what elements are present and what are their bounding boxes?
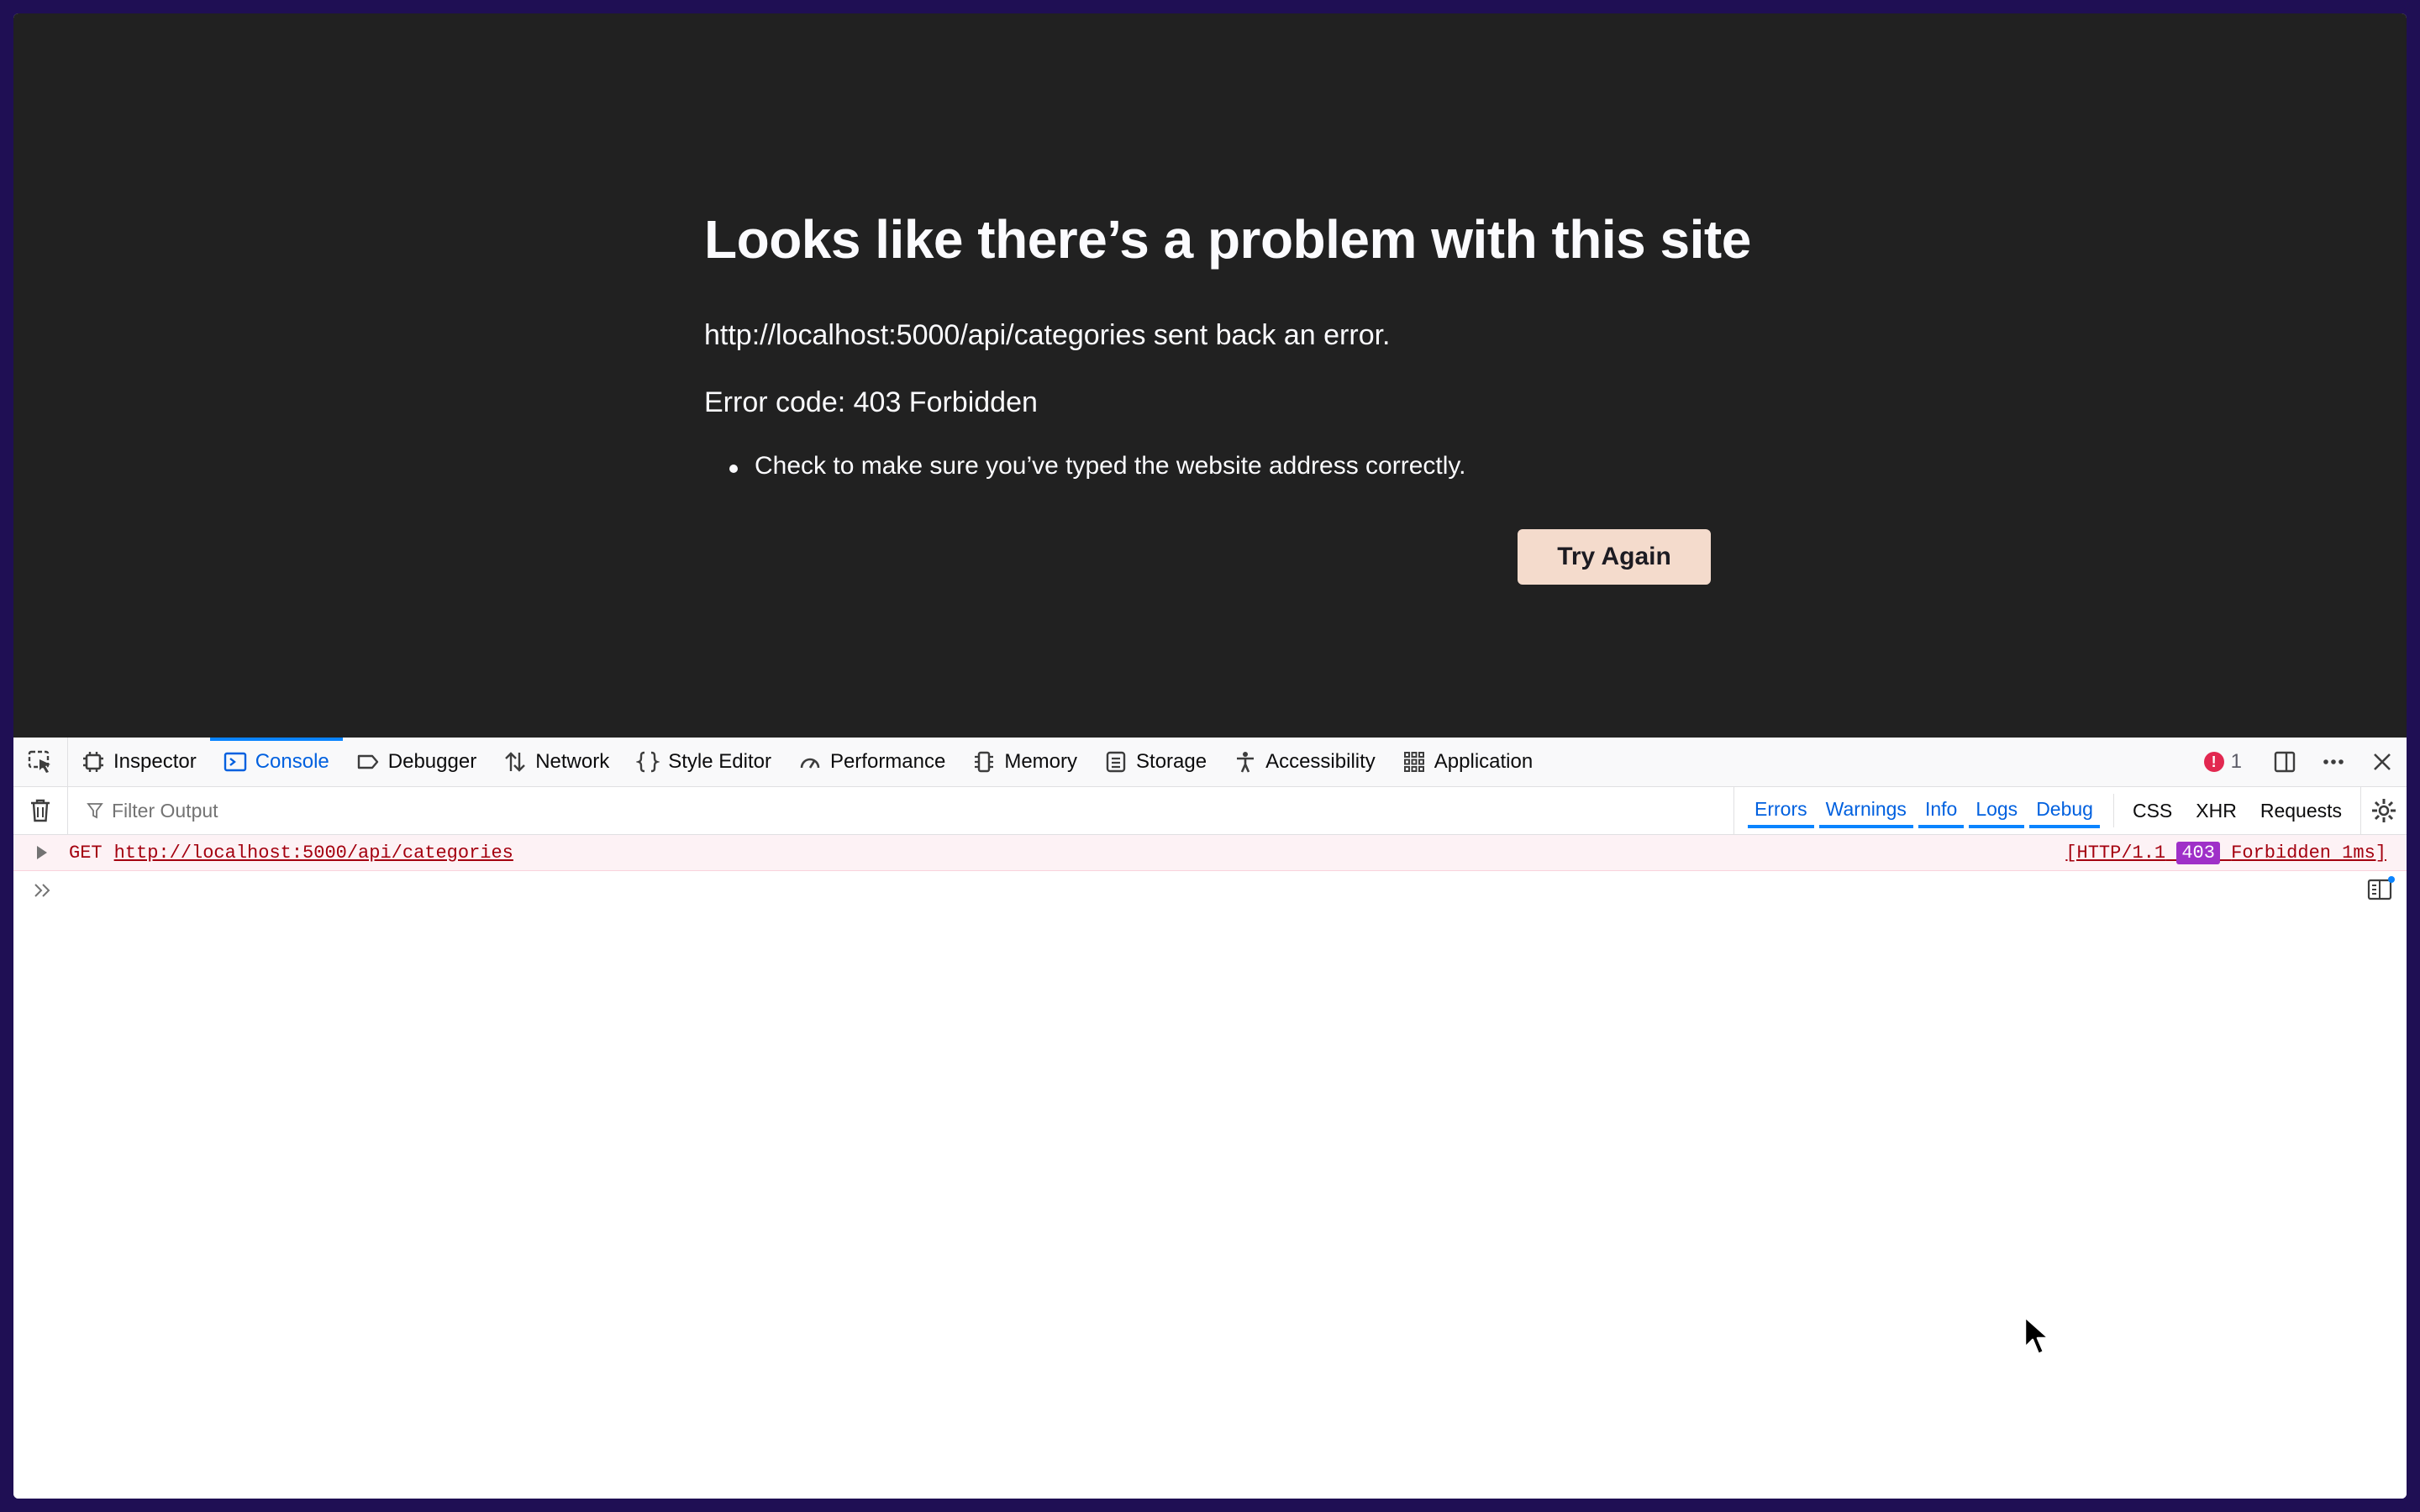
element-picker-icon: [28, 750, 50, 773]
try-again-button[interactable]: Try Again: [1518, 529, 1711, 585]
page-title: Looks like there’s a problem with this s…: [704, 209, 1751, 270]
trash-icon: [31, 799, 50, 822]
status-suffix: Forbidden 1ms]: [2231, 842, 2386, 864]
tab-memory[interactable]: Memory: [959, 738, 1091, 786]
error-icon: !: [2203, 752, 2224, 772]
tab-storage[interactable]: Storage: [1091, 738, 1220, 786]
hint-list: Check to make sure you’ve typed the webs…: [704, 452, 1466, 480]
tab-label: Network: [535, 750, 610, 773]
close-devtools-button[interactable]: [2358, 738, 2407, 786]
tab-label: Style Editor: [668, 750, 771, 773]
debugger-icon: [357, 754, 378, 769]
element-picker-button[interactable]: [13, 738, 68, 786]
error-code: Error code: 403 Forbidden: [704, 386, 1038, 418]
application-icon: [1403, 752, 1424, 772]
close-icon: [2374, 753, 2391, 770]
performance-icon: [800, 758, 820, 769]
hint-item: Check to make sure you’ve typed the webs…: [704, 452, 1466, 480]
tab-style-editor[interactable]: Style Editor: [623, 738, 785, 786]
tab-debugger[interactable]: Debugger: [343, 738, 490, 786]
error-count-button[interactable]: ! 1: [2186, 750, 2260, 774]
devtools-toolbar: Inspector Console Debugger Network Style…: [13, 738, 2407, 787]
filter-css-button[interactable]: CSS: [2133, 800, 2172, 822]
console-filter-bar: Errors Warnings Info Logs Debug CSS XHR …: [13, 787, 2407, 835]
tab-label: Performance: [829, 750, 946, 773]
request-method: GET: [69, 842, 103, 864]
response-status[interactable]: [HTTP/1.1 403 Forbidden 1ms]: [2065, 841, 2386, 864]
tab-inspector[interactable]: Inspector: [68, 738, 210, 786]
tab-console[interactable]: Console: [209, 738, 343, 786]
tab-label: Inspector: [113, 750, 197, 773]
more-options-button[interactable]: [2309, 738, 2358, 786]
filter-requests-button[interactable]: Requests: [2260, 800, 2342, 822]
devtools-panel: Inspector Console Debugger Network Style…: [13, 738, 2407, 1499]
tab-accessibility[interactable]: Accessibility: [1220, 738, 1389, 786]
tab-label: Debugger: [387, 750, 477, 773]
browser-window: Looks like there’s a problem with this s…: [13, 13, 2407, 1499]
filter-warnings-button[interactable]: Warnings: [1818, 793, 1913, 828]
accessibility-icon: [1237, 752, 1255, 773]
console-error-message[interactable]: GET http://localhost:5000/api/categories…: [13, 835, 2407, 871]
status-prefix: [HTTP/1.1: [2065, 842, 2166, 864]
memory-icon: [975, 751, 994, 773]
tab-performance[interactable]: Performance: [785, 738, 959, 786]
console-input-row[interactable]: [13, 870, 2407, 911]
tab-application[interactable]: Application: [1389, 738, 1546, 786]
console-icon: [224, 752, 246, 772]
tab-label: Console: [255, 750, 329, 773]
tab-label: Accessibility: [1265, 750, 1376, 773]
error-url-message: http://localhost:5000/api/categories sen…: [704, 319, 1391, 351]
error-page: Looks like there’s a problem with this s…: [13, 13, 2407, 738]
log-level-filters: Errors Warnings Info Logs Debug: [1733, 787, 2113, 834]
more-icon: [2323, 759, 2344, 764]
request-url-link[interactable]: http://localhost:5000/api/categories: [114, 843, 513, 864]
toolbar-right: ! 1: [2186, 738, 2407, 786]
storage-icon: [1106, 751, 1126, 773]
console-settings-button[interactable]: [2360, 787, 2407, 834]
tab-label: Memory: [1004, 750, 1078, 773]
expand-arrow-icon[interactable]: [37, 846, 47, 859]
request-type-filters: CSS XHR Requests: [2112, 794, 2360, 827]
clear-console-button[interactable]: [13, 787, 68, 834]
filter-input[interactable]: [110, 798, 618, 823]
filter-logs-button[interactable]: Logs: [1969, 793, 2025, 828]
tab-label: Application: [1434, 750, 1534, 773]
dock-side-icon: [2274, 751, 2296, 773]
tab-label: Storage: [1136, 750, 1207, 773]
filter-debug-button[interactable]: Debug: [2029, 793, 2100, 828]
filter-errors-button[interactable]: Errors: [1748, 793, 1814, 828]
inspector-icon: [83, 752, 103, 772]
network-icon: [505, 752, 526, 772]
filter-output: [68, 787, 1733, 834]
filter-icon: [87, 803, 103, 819]
filter-info-button[interactable]: Info: [1918, 793, 1965, 828]
tab-network[interactable]: Network: [490, 738, 623, 786]
filter-xhr-button[interactable]: XHR: [2196, 800, 2237, 822]
error-count: 1: [2230, 750, 2242, 773]
status-code-badge: 403: [2176, 841, 2220, 864]
dock-toggle-button[interactable]: [2260, 738, 2309, 786]
mouse-cursor-icon: [2023, 1315, 2050, 1356]
prompt-chevron-icon: [34, 884, 50, 897]
style-editor-icon: [636, 751, 660, 773]
gear-icon: [2372, 799, 2396, 822]
editor-mode-icon[interactable]: [2366, 875, 2395, 904]
